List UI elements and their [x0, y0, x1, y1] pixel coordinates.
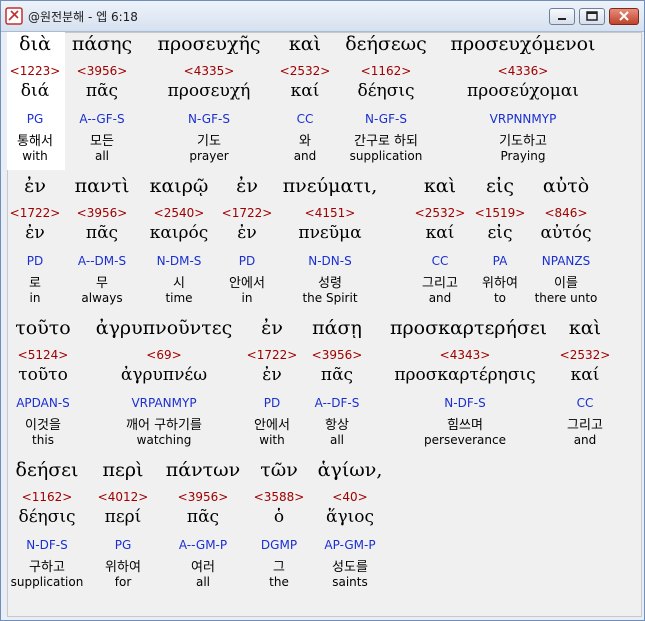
korean-gloss: 성도를 — [332, 560, 368, 575]
window-title: @원전분해 - 엡 6:18 — [28, 10, 138, 24]
parsing-code: CC — [576, 396, 594, 410]
english-gloss: and — [573, 433, 597, 447]
strong-number: <4336> — [497, 64, 549, 78]
title-bar[interactable]: @원전분해 - 엡 6:18 — [1, 1, 644, 32]
lexical-form: προσεύχομαι — [467, 81, 579, 101]
parsing-code: AP-GM-P — [324, 538, 376, 552]
maximize-button[interactable] — [579, 8, 605, 25]
word-block[interactable]: προσευχόμενοι <4336> προσεύχομαι VRPNNMYP 기도… — [448, 33, 598, 165]
parsing-code: NPANZS — [541, 254, 591, 268]
greek-word: προσευχόμενοι — [450, 33, 596, 55]
lexical-form: δέησις — [357, 81, 415, 101]
close-button[interactable] — [609, 8, 639, 25]
korean-gloss: 간구로 하되 — [354, 134, 418, 149]
minimize-icon — [558, 18, 566, 20]
strong-number: <846> — [544, 206, 588, 220]
korean-gloss: 그리고 — [567, 418, 603, 433]
greek-word: ἁγίων, — [317, 459, 383, 481]
greek-word: δεήσεως — [345, 33, 427, 55]
word-block[interactable]: δεήσεως <1162> δέησις N-GF-S 간구로 하되 supplicat… — [311, 33, 461, 165]
lexical-form: αὐτός — [540, 223, 592, 243]
english-gloss: there unto — [534, 291, 598, 305]
minimize-button[interactable] — [549, 8, 575, 25]
greek-word: καὶ — [568, 317, 602, 339]
app-logo-icon — [5, 7, 23, 25]
maximize-icon — [586, 11, 598, 21]
english-gloss: saints — [332, 575, 368, 589]
word-block[interactable]: αὐτὸ <846> αὐτός NPANZS 이를 there unto — [491, 175, 641, 307]
parsing-code: VRPNNMYP — [489, 112, 557, 126]
lexical-form: καί — [570, 365, 600, 385]
strong-number: <1162> — [360, 64, 412, 78]
parsing-code: N-GF-S — [365, 112, 407, 126]
close-icon — [619, 11, 629, 21]
greek-word: αὐτὸ — [542, 175, 590, 197]
korean-gloss: 기도하고 — [499, 134, 547, 149]
english-gloss: supplication — [349, 149, 423, 163]
lexical-form: ἅγιος — [325, 507, 375, 527]
word-block[interactable]: καὶ <2532> καί CC 그리고 and — [510, 317, 645, 449]
strong-number: <2532> — [559, 348, 611, 362]
english-gloss: Praying — [500, 149, 546, 163]
strong-number: <40> — [332, 490, 368, 504]
korean-gloss: 이를 — [554, 276, 578, 291]
word-block[interactable]: ἁγίων, <40> ἅγιος AP-GM-P 성도를 saints — [275, 459, 425, 591]
